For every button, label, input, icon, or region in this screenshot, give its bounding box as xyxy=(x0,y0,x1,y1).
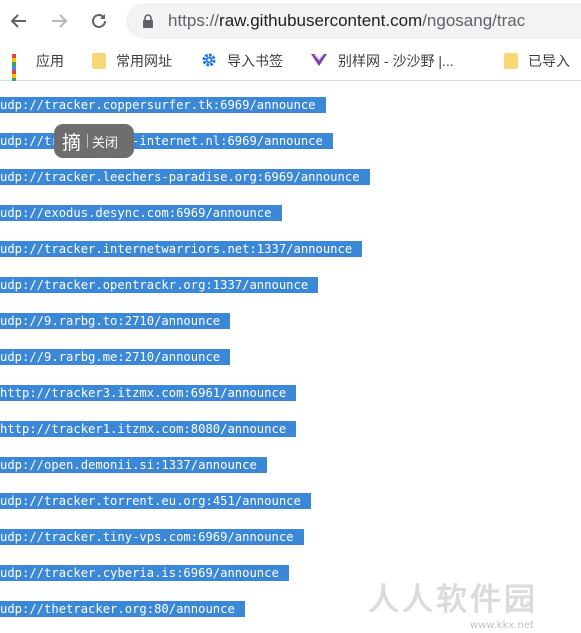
close-button[interactable]: 关闭 xyxy=(92,132,118,151)
back-arrow-icon xyxy=(10,14,26,28)
tracker-line: udp://tracker.torrent.eu.org:451/announc… xyxy=(0,493,311,509)
bookmark-label: 应用 xyxy=(36,53,64,69)
tracker-line: udp://9.rarbg.me:2710/announce xyxy=(0,349,231,365)
tracker-line: http://tracker3.itzmx.com:6961/announce xyxy=(0,385,297,401)
bookmark-apps[interactable]: 应用 xyxy=(12,42,64,90)
folder-icon xyxy=(504,53,518,69)
url-host: raw.githubusercontent.com xyxy=(219,11,423,30)
tracker-line: udp://tracker.opentrackr.org:1337/announ… xyxy=(0,277,319,293)
reload-icon xyxy=(92,13,106,28)
url-path: /ngosang/trac xyxy=(422,11,526,30)
url-text: https://raw.githubusercontent.com/ngosan… xyxy=(168,11,525,31)
site-logo-icon xyxy=(310,52,328,71)
tracker-line: http://tracker1.itzmx.com:8080/announce xyxy=(0,421,297,437)
tracker-line: udp://tracker.tiny-vps.com:6969/announce xyxy=(0,529,304,545)
popup-divider xyxy=(87,134,89,148)
excerpt-popup: 摘 关闭 xyxy=(54,124,134,158)
excerpt-button[interactable]: 摘 xyxy=(62,128,81,155)
watermark: 人人软件园 xyxy=(368,582,538,618)
tracker-line: udp://exodus.desync.com:6969/announce xyxy=(0,205,282,221)
gear-icon xyxy=(201,52,217,71)
bookmark-label: 已导入 xyxy=(528,53,570,69)
browser-toolbar: https://raw.githubusercontent.com/ngosan… xyxy=(0,0,581,42)
watermark-url: www.kkx.net xyxy=(470,620,534,631)
bookmark-label: 导入书签 xyxy=(227,53,283,69)
address-bar[interactable]: https://raw.githubusercontent.com/ngosan… xyxy=(126,3,581,39)
bookmark-bieyang[interactable]: 别样网 - 沙沙野 |... xyxy=(310,42,454,80)
tracker-line: udp://open.demonii.si:1337/announce xyxy=(0,457,267,473)
tracker-line: udp://thetracker.org:80/announce xyxy=(0,601,245,617)
forward-button[interactable] xyxy=(46,8,72,34)
tracker-line: udp://tracker.internetwarriors.net:1337/… xyxy=(0,241,363,257)
apps-grid-icon xyxy=(12,54,26,90)
tracker-line: udp://tracker.leechers-paradise.org:6969… xyxy=(0,169,370,185)
folder-icon xyxy=(92,53,106,69)
bookmarks-bar: 应用 常用网址 导入书签 别样网 - 沙沙野 |... 已导入 xyxy=(0,42,581,90)
forward-arrow-icon xyxy=(52,14,68,28)
tracker-line: udp://tracker.coppersurfer.tk:6969/annou… xyxy=(0,97,326,113)
tracker-line: udp://9.rarbg.to:2710/announce xyxy=(0,313,231,329)
bookmark-import[interactable]: 导入书签 xyxy=(201,42,283,80)
bookmark-folder-imported[interactable]: 已导入 xyxy=(504,42,570,80)
tracker-line: udp://tracker.cyberia.is:6969/announce xyxy=(0,565,289,581)
bookmark-label: 常用网址 xyxy=(116,53,172,69)
reload-button[interactable] xyxy=(86,8,112,34)
lock-icon xyxy=(142,14,154,28)
bookmark-folder-common[interactable]: 常用网址 xyxy=(92,42,172,80)
bookmark-label: 别样网 - 沙沙野 |... xyxy=(338,53,454,69)
back-button[interactable] xyxy=(6,8,32,34)
page-content: udp://tracker.coppersurfer.tk:6969/annou… xyxy=(0,81,581,633)
tracker-line: udp://tracker.open-internet.nl:6969/anno… xyxy=(0,133,333,149)
url-scheme: https:// xyxy=(168,11,220,30)
